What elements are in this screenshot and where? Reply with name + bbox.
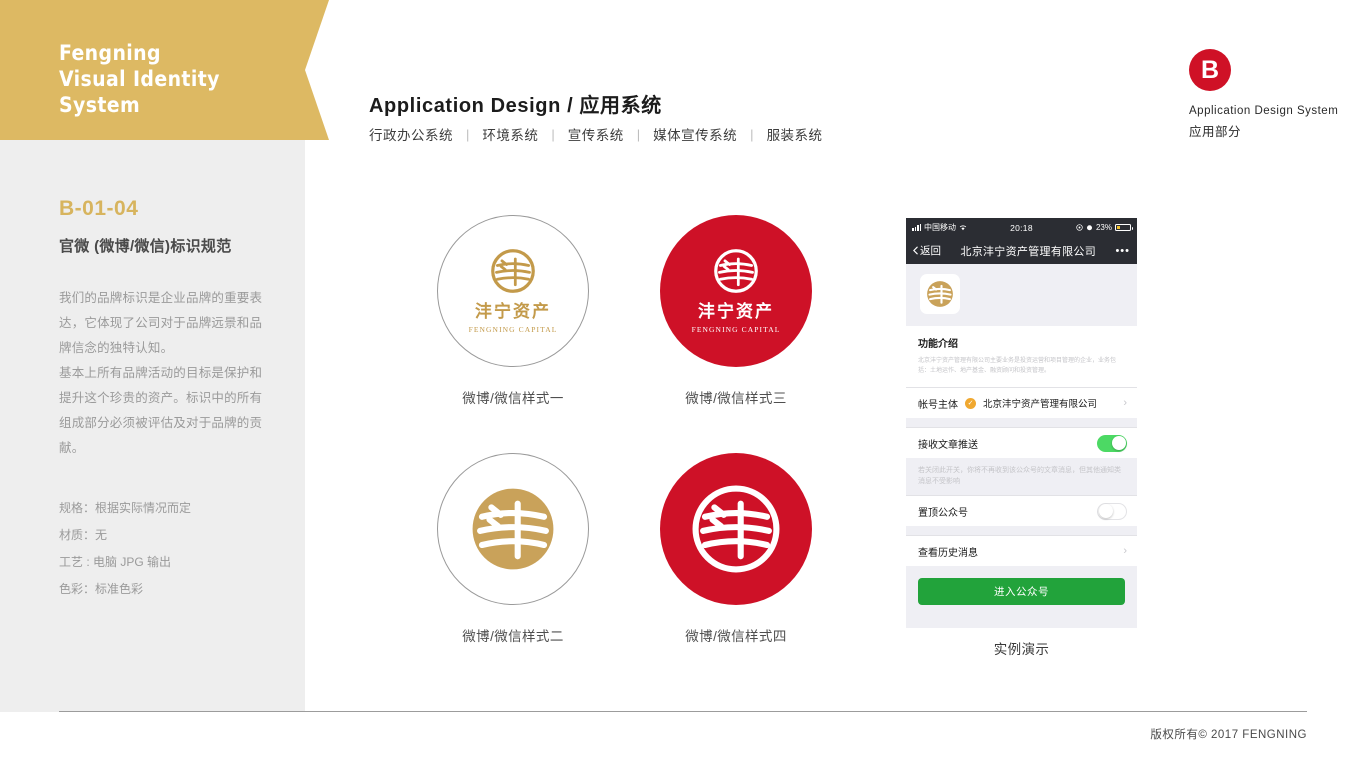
logo-lockup-cn: 沣宁资产 xyxy=(475,302,551,321)
intro-heading: 功能介绍 xyxy=(918,339,958,350)
logo-caption: 微博/微信样式三 xyxy=(685,391,787,406)
spec-item: 色彩：标准色彩 xyxy=(59,582,144,596)
logo-variant-two: 微博/微信样式二 xyxy=(437,453,589,645)
section-body-copy: 我们的品牌标识是企业品牌的重要表达，它体现了公司对于品牌远景和品牌信念的独特认知… xyxy=(59,291,263,455)
nav-separator: | xyxy=(466,126,470,142)
account-subject-label: 帐号主体 xyxy=(918,399,958,411)
logo-caption: 微博/微信样式二 xyxy=(462,629,564,644)
fengning-emblem-icon xyxy=(472,488,554,570)
signal-icon xyxy=(912,224,921,231)
nav-separator: | xyxy=(750,126,754,142)
nav-item-apparel[interactable]: 服装系统 xyxy=(767,124,823,144)
gold-arrow-tab xyxy=(305,0,329,140)
back-label: 返回 xyxy=(920,245,941,257)
logo-variant-one: 沣宁资产 FENGNING CAPITAL 微博/微信样式一 xyxy=(437,215,589,407)
badge-label-cn: 应用部分 xyxy=(1189,125,1242,139)
phone-mockup: 中国移动 20:18 23% 返回 北京沣宁资产管理有限公司 ••• 功能介绍 … xyxy=(906,218,1137,628)
logo-disc-red xyxy=(660,453,812,605)
spec-list: 规格：根据实际情况而定 材质：无 工艺 : 电脑 JPG 输出 色彩：标准色彩 xyxy=(59,495,279,603)
page-title: Application Design / 应用系统 xyxy=(369,95,662,117)
footer-copyright: 版权所有© 2017 FENGNING xyxy=(1150,729,1307,741)
pin-account-toggle[interactable] xyxy=(1097,502,1127,520)
logo-variant-three: 沣宁资产 FENGNING CAPITAL 微博/微信样式三 xyxy=(660,215,812,407)
phone-nav-bar: 返回 北京沣宁资产管理有限公司 ••• xyxy=(906,237,1137,264)
fengning-emblem-icon xyxy=(714,249,758,293)
row-pin-account[interactable]: 置顶公众号 xyxy=(906,495,1137,526)
chevron-right-icon: › xyxy=(1123,545,1127,557)
phone-nav-title: 北京沣宁资产管理有限公司 xyxy=(960,245,1097,258)
location-icon xyxy=(1076,224,1083,231)
footer-divider xyxy=(59,711,1307,712)
battery-icon xyxy=(1115,223,1133,232)
fengning-emblem-icon xyxy=(927,281,953,307)
status-left: 中国移动 xyxy=(912,222,967,233)
row-view-history[interactable]: 查看历史消息 › xyxy=(906,535,1137,566)
alarm-icon xyxy=(1086,225,1093,231)
logo-disc-outline: 沣宁资产 FENGNING CAPITAL xyxy=(437,215,589,367)
logo-caption: 微博/微信样式四 xyxy=(685,629,787,644)
enter-account-button[interactable]: 进入公众号 xyxy=(918,578,1125,605)
chevron-right-icon: › xyxy=(1123,397,1127,409)
article-push-toggle[interactable] xyxy=(1097,434,1127,452)
view-history-label: 查看历史消息 xyxy=(918,547,978,559)
nav-item-promotion[interactable]: 宣传系统 xyxy=(568,124,624,144)
nav-item-media[interactable]: 媒体宣传系统 xyxy=(653,124,737,144)
row-article-push[interactable]: 接收文章推送 xyxy=(906,427,1137,458)
badge-letter: B xyxy=(1200,55,1220,84)
logo-variant-four: 微博/微信样式四 xyxy=(660,453,812,645)
battery-percent: 23% xyxy=(1095,223,1112,232)
section-spacer xyxy=(906,526,1137,535)
avatar xyxy=(920,274,960,314)
brand-title: Fengning Visual Identity System xyxy=(59,41,220,117)
intro-card: 功能介绍 北京沣宁资产管理有限公司主要业务是投资运营和项目管理的企业，业务包括：… xyxy=(906,326,1137,387)
chevron-left-icon xyxy=(913,246,918,255)
spec-item: 材质：无 xyxy=(59,528,108,542)
logo-lockup-en: FENGNING CAPITAL xyxy=(468,325,558,334)
badge-circle-icon: B xyxy=(1189,49,1231,91)
status-right: 23% xyxy=(1076,223,1133,232)
carrier-label: 中国移动 xyxy=(924,223,956,232)
enter-button-area: 进入公众号 xyxy=(906,566,1137,605)
spec-item: 规格：根据实际情况而定 xyxy=(59,501,192,515)
fengning-emblem-icon xyxy=(491,249,535,293)
profile-block xyxy=(906,264,1137,326)
nav-item-admin[interactable]: 行政办公系统 xyxy=(369,124,453,144)
spec-item: 工艺 : 电脑 JPG 输出 xyxy=(59,555,172,569)
section-nav: 行政办公系统 | 环境系统 | 宣传系统 | 媒体宣传系统 | 服装系统 xyxy=(369,124,823,144)
logo-disc-red: 沣宁资产 FENGNING CAPITAL xyxy=(660,215,812,367)
phone-caption: 实例演示 xyxy=(993,642,1050,657)
nav-separator: | xyxy=(636,126,641,142)
article-push-label: 接收文章推送 xyxy=(918,439,978,451)
section-code: B-01-04 xyxy=(59,197,139,220)
section-title: 官微 (微博/微信)标识规范 xyxy=(59,238,232,255)
phone-status-bar: 中国移动 20:18 23% xyxy=(906,218,1137,237)
wifi-icon xyxy=(959,225,967,231)
intro-description: 北京沣宁资产管理有限公司主要业务是投资运营和项目管理的企业，业务包括：土地运作、… xyxy=(918,358,1117,374)
fengning-emblem-icon xyxy=(692,485,780,573)
article-push-hint: 若关闭此开关，你将不再收到该公众号的文章消息，但其他通知类消息不受影响 xyxy=(906,458,1137,495)
vi-guideline-page: Fengning Visual Identity System B-01-04 … xyxy=(0,0,1366,768)
logo-lockup-en: FENGNING CAPITAL xyxy=(691,325,781,334)
verified-badge-icon: ✓ xyxy=(965,397,976,409)
pin-account-label: 置顶公众号 xyxy=(918,507,968,519)
logo-caption: 微博/微信样式一 xyxy=(462,391,564,406)
account-subject-value: 北京沣宁资产管理有限公司 xyxy=(983,399,1098,410)
status-time: 20:18 xyxy=(1010,222,1033,233)
row-account-subject[interactable]: 帐号主体 ✓ 北京沣宁资产管理有限公司 › xyxy=(906,387,1137,418)
badge-label-en: Application Design System xyxy=(1189,105,1339,117)
nav-separator: | xyxy=(551,126,555,142)
back-button[interactable]: 返回 xyxy=(913,243,941,258)
more-options-icon[interactable]: ••• xyxy=(1115,245,1130,257)
logo-disc-outline xyxy=(437,453,589,605)
nav-item-environment[interactable]: 环境系统 xyxy=(482,124,538,144)
section-badge: B Application Design System 应用部分 xyxy=(1189,49,1338,140)
section-spacer xyxy=(906,418,1137,427)
logo-lockup-cn: 沣宁资产 xyxy=(698,302,774,321)
